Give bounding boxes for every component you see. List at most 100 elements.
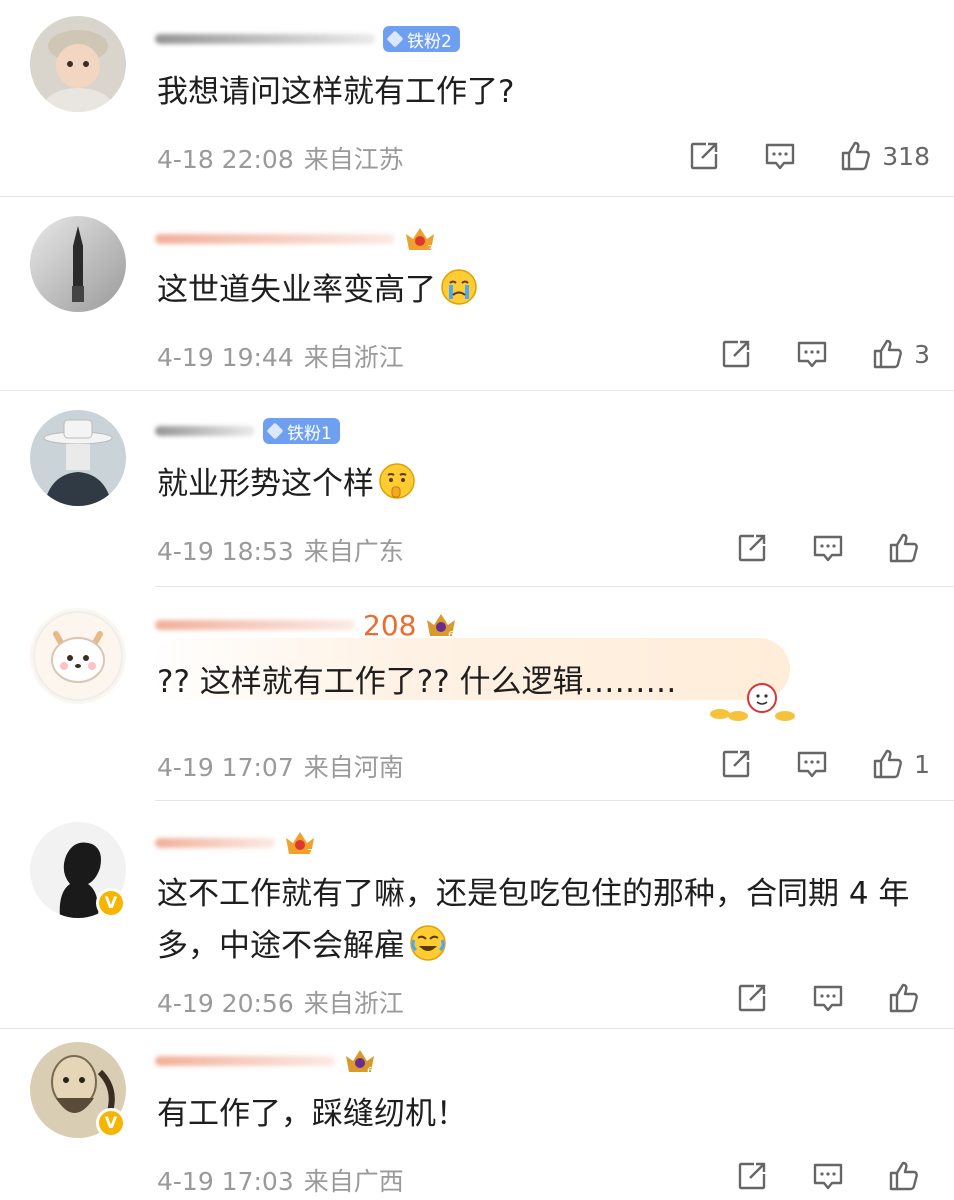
crying-emoji (441, 269, 477, 305)
comment-date: 4-19 19:44 (157, 343, 294, 372)
like-button[interactable] (886, 530, 930, 566)
like-count: 3 (914, 339, 930, 369)
comment-meta: 4-19 17:03 来自广西 (157, 1162, 404, 1198)
username-redacted[interactable] (155, 838, 275, 848)
comment-item: 铁粉2 我想请问这样就有工作了? 4-18 22:08 来自江苏 318 (0, 0, 954, 196)
username-redacted[interactable] (155, 34, 375, 44)
comment-date: 4-19 17:07 (157, 753, 294, 782)
username-redacted[interactable] (155, 620, 355, 630)
reply-button[interactable] (810, 530, 846, 566)
reply-button[interactable] (762, 138, 798, 174)
like-icon (873, 749, 902, 779)
comment-actions: 318 (646, 136, 930, 176)
comment-date: 4-19 20:56 (157, 989, 294, 1018)
share-icon (722, 750, 750, 778)
thinking-emoji (379, 463, 415, 499)
share-icon (738, 984, 766, 1012)
baby-avatar-image (30, 16, 126, 112)
username-row: 7 (155, 826, 317, 860)
share-icon (722, 340, 750, 368)
comment-date: 4-19 18:53 (157, 537, 294, 566)
share-button[interactable] (734, 980, 770, 1016)
crown-icon: 3 (406, 228, 434, 254)
comment-icon (797, 751, 827, 778)
comment-item: V 7 这不工作就有了嘛，还是包吃包住的那种，合同期 4 年多，中途不会解雇 4… (0, 800, 954, 1028)
comment-actions (694, 1156, 930, 1196)
comment-location: 来自广东 (303, 537, 404, 566)
reply-button[interactable] (794, 336, 830, 372)
svg-text:7: 7 (307, 848, 313, 858)
comment-feed: 铁粉2 我想请问这样就有工作了? 4-18 22:08 来自江苏 318 3 这… (0, 0, 954, 1200)
like-count: 318 (882, 141, 930, 171)
comment-icon (813, 985, 843, 1012)
like-button[interactable]: 3 (870, 336, 930, 372)
username-row: 铁粉1 (155, 414, 340, 448)
share-icon (738, 534, 766, 562)
comment-meta: 4-19 18:53 来自广东 (157, 532, 404, 568)
username-redacted[interactable] (155, 1056, 335, 1066)
verified-badge: V (96, 1108, 126, 1138)
like-icon (873, 339, 902, 369)
comment-location: 来自江苏 (303, 145, 404, 174)
comment-text: 这不工作就有了嘛，还是包吃包住的那种，合同期 4 年多，中途不会解雇 (157, 876, 910, 964)
comment-date: 4-18 22:08 (157, 145, 294, 174)
reply-button[interactable] (810, 1158, 846, 1194)
svg-text:6: 6 (367, 1066, 373, 1076)
comment-date: 4-19 17:03 (157, 1167, 294, 1196)
like-button[interactable]: 1 (870, 746, 930, 782)
like-button[interactable] (886, 980, 930, 1016)
comment-item: 铁粉1 就业形势这个样 4-19 18:53 来自广东 (0, 390, 954, 586)
like-icon (889, 533, 918, 563)
comment-location: 来自河南 (303, 753, 404, 782)
username-suffix[interactable]: 208 (363, 609, 416, 642)
comment-actions (694, 528, 930, 568)
comment-item: V 6 有工作了，踩缝纫机！ 4-19 17:03 来自广西 (0, 1028, 954, 1200)
share-button[interactable] (686, 138, 722, 174)
crown-icon: 6 (346, 1050, 374, 1076)
comment-actions (694, 978, 930, 1018)
share-button[interactable] (718, 336, 754, 372)
avatar[interactable] (30, 216, 126, 312)
comment-actions: 3 (678, 334, 930, 374)
like-button[interactable]: 318 (838, 138, 930, 174)
reply-button[interactable] (794, 746, 830, 782)
username-row: 6 (155, 1044, 377, 1078)
comment-icon (766, 143, 795, 170)
fan-badge: 铁粉1 (263, 418, 340, 444)
fan-badge: 铁粉2 (383, 26, 460, 52)
avatar[interactable] (30, 410, 126, 506)
like-count: 1 (914, 749, 930, 779)
svg-text:3: 3 (427, 244, 433, 254)
like-button[interactable] (886, 1158, 930, 1194)
cartoon-dog-avatar-image (30, 608, 126, 704)
verified-badge: V (96, 888, 126, 918)
reply-button[interactable] (810, 980, 846, 1016)
comment-meta: 4-19 19:44 来自浙江 (157, 338, 404, 374)
avatar[interactable] (30, 608, 126, 704)
comment-text: 就业形势这个样 (157, 458, 918, 510)
comment-icon (813, 535, 843, 562)
comment-item: 3 这世道失业率变高了 4-19 19:44 来自浙江 3 (0, 196, 954, 390)
avatar[interactable] (30, 16, 126, 112)
like-icon (889, 1161, 918, 1191)
comment-location: 来自浙江 (303, 343, 404, 372)
username-redacted[interactable] (155, 234, 395, 244)
share-button[interactable] (718, 746, 754, 782)
share-button[interactable] (734, 1158, 770, 1194)
comment-text: 我想请问这样就有工作了? (157, 74, 515, 110)
username-redacted[interactable] (155, 426, 255, 436)
hat-figure-avatar-image (30, 410, 126, 506)
comment-meta: 4-19 17:07 来自河南 (157, 748, 404, 784)
username-row: 铁粉2 (155, 22, 460, 56)
comment-text: ?? 这样就有工作了?? 什么逻辑……… (157, 664, 677, 700)
comment-meta: 4-18 22:08 来自江苏 (157, 140, 404, 176)
crown-icon: 7 (286, 832, 314, 858)
comment-icon (813, 1163, 843, 1190)
comment-actions: 1 (678, 744, 930, 784)
comment-icon (797, 341, 827, 368)
laugh-cry-emoji (410, 925, 446, 961)
comment-item: 208 6 ?? 这样就有工作了?? 什么逻辑……… 4-19 17:07 来自河… (0, 586, 954, 800)
share-button[interactable] (734, 530, 770, 566)
share-icon (738, 1162, 766, 1190)
comment-location: 来自广西 (303, 1167, 404, 1196)
